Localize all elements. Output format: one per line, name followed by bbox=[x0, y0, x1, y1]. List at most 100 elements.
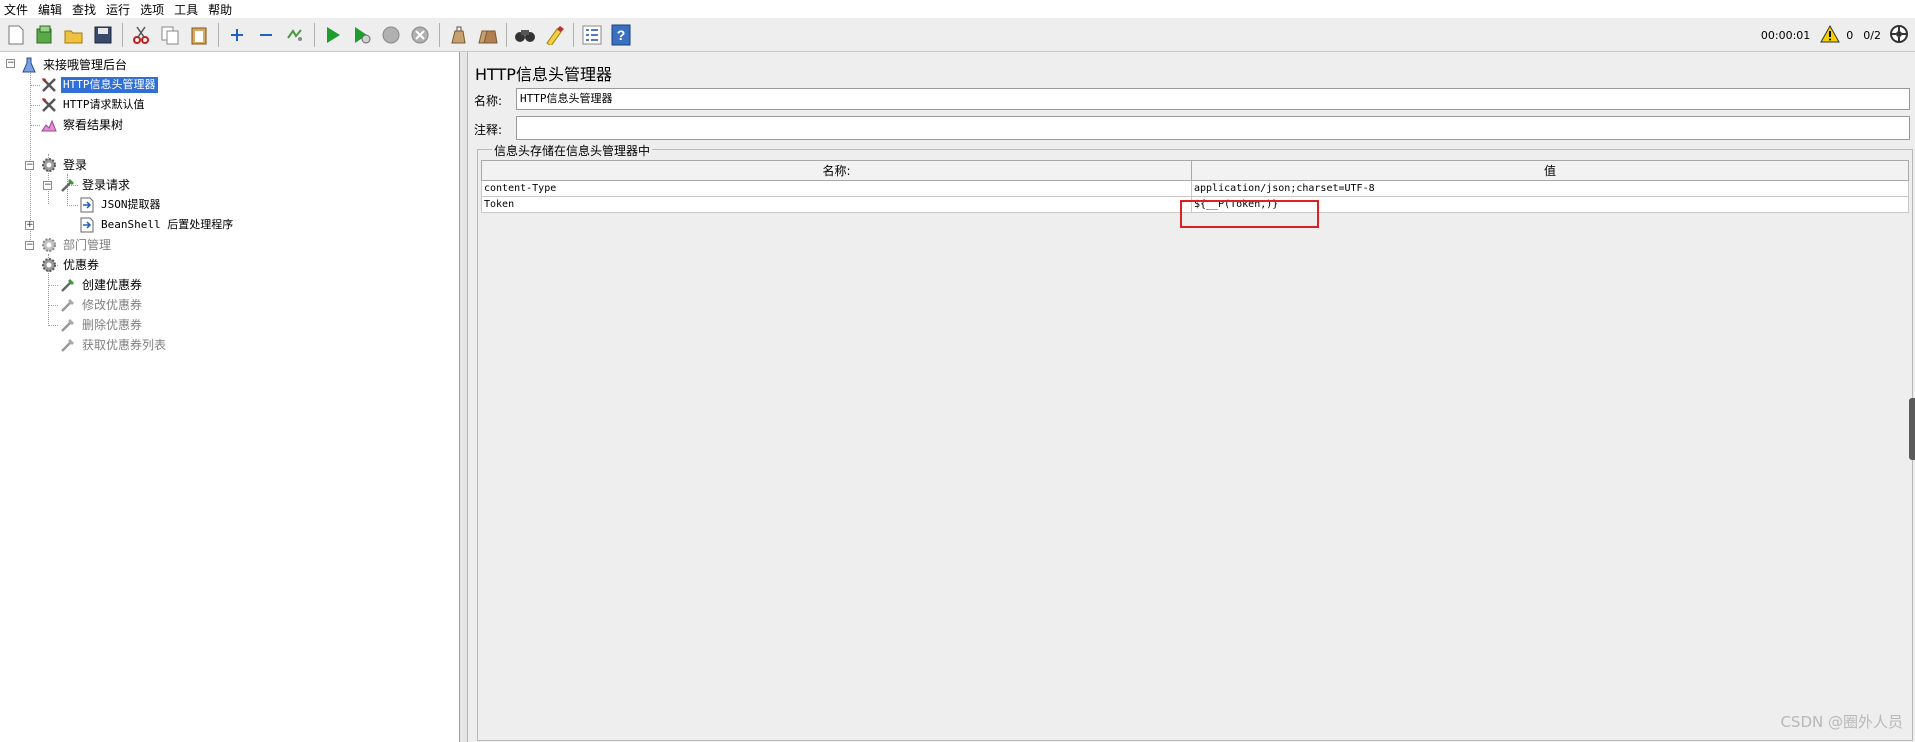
header-value-cell[interactable]: ${__P(Token,)} bbox=[1191, 196, 1909, 213]
templates-icon[interactable] bbox=[33, 23, 57, 47]
help-icon[interactable]: ? bbox=[609, 23, 633, 47]
column-header-name[interactable]: 名称: bbox=[481, 160, 1192, 181]
toolbar-separator bbox=[314, 22, 315, 47]
shutdown-icon[interactable] bbox=[408, 23, 432, 47]
tree-node-label: HTTP请求默认值 bbox=[63, 97, 145, 111]
tree-node-label: 创建优惠券 bbox=[82, 277, 143, 292]
chart-icon bbox=[40, 117, 58, 133]
toolbar: ? bbox=[0, 18, 1915, 52]
tree-node-label: 察看结果树 bbox=[63, 117, 124, 132]
tree-node-create-coupon[interactable]: 创建优惠券 bbox=[59, 275, 144, 294]
tree-node-label: 修改优惠券 bbox=[82, 297, 143, 312]
stop-icon[interactable] bbox=[379, 23, 403, 47]
clear-icon[interactable] bbox=[446, 23, 470, 47]
tree-node-header-manager[interactable]: HTTP信息头管理器 bbox=[40, 75, 158, 94]
menu-options[interactable]: 选项 bbox=[140, 1, 164, 18]
copy-icon[interactable] bbox=[158, 23, 182, 47]
menu-search[interactable]: 查找 bbox=[72, 1, 96, 18]
flask-icon bbox=[20, 57, 38, 73]
header-manager-panel: HTTP信息头管理器 名称: HTTP信息头管理器 注释: 信息头存储在信息头管… bbox=[469, 52, 1915, 742]
doc-arrow-icon bbox=[78, 197, 96, 213]
collapse-toggle[interactable]: − bbox=[6, 59, 15, 68]
header-value-cell[interactable]: application/json;charset=UTF-8 bbox=[1191, 180, 1909, 197]
cut-icon[interactable] bbox=[129, 23, 153, 47]
toolbar-separator bbox=[506, 22, 507, 47]
pipette-icon bbox=[59, 317, 77, 333]
menu-help[interactable]: 帮助 bbox=[208, 1, 232, 18]
tools-icon bbox=[40, 77, 58, 93]
start-icon[interactable] bbox=[321, 23, 345, 47]
toolbar-separator bbox=[439, 22, 440, 47]
search-icon[interactable] bbox=[513, 23, 537, 47]
tree-line bbox=[30, 105, 40, 106]
menu-bar: 文件 编辑 查找 运行 选项 工具 帮助 bbox=[0, 0, 1915, 18]
tree-line bbox=[48, 305, 58, 306]
function-helper-icon[interactable] bbox=[580, 23, 604, 47]
tree-node-list-coupon[interactable]: 获取优惠券列表 bbox=[59, 335, 168, 354]
table-row[interactable]: content-Type application/json;charset=UT… bbox=[481, 180, 1909, 197]
table-header-row: 名称: 值 bbox=[481, 160, 1909, 181]
clear-all-icon[interactable] bbox=[475, 23, 499, 47]
tree-node-coupon-group[interactable]: 优惠券 bbox=[40, 255, 101, 274]
tree-node-label: JSON提取器 bbox=[101, 197, 161, 211]
test-plan-tree: − − − + − 来接哦管理后台 HTTP信息头管理器 HTTP请求默认值 察… bbox=[0, 52, 460, 742]
collapse-toggle[interactable]: − bbox=[25, 161, 34, 170]
warning-count: 0 bbox=[1846, 28, 1854, 42]
toolbar-separator bbox=[573, 22, 574, 47]
name-field[interactable]: HTTP信息头管理器 bbox=[516, 88, 1910, 110]
tree-line bbox=[30, 125, 40, 126]
pipette-icon bbox=[59, 277, 77, 293]
menu-file[interactable]: 文件 bbox=[4, 1, 28, 18]
tree-node-json-extractor[interactable]: JSON提取器 bbox=[78, 195, 163, 214]
tree-node-dept-group[interactable]: 部门管理 bbox=[40, 235, 113, 254]
tree-node-label: 来接哦管理后台 bbox=[43, 57, 128, 72]
tree-node-beanshell[interactable]: BeanShell 后置处理程序 bbox=[78, 215, 235, 234]
tree-node-result-tree[interactable]: 察看结果树 bbox=[40, 115, 125, 134]
toggle-icon[interactable] bbox=[283, 23, 307, 47]
header-name-cell[interactable]: Token bbox=[481, 196, 1192, 213]
column-header-value[interactable]: 值 bbox=[1191, 160, 1909, 181]
comment-label: 注释: bbox=[474, 123, 503, 137]
tree-node-label: 部门管理 bbox=[63, 237, 112, 252]
new-icon[interactable] bbox=[4, 23, 28, 47]
tree-node-label: 登录请求 bbox=[82, 177, 131, 192]
menu-tools[interactable]: 工具 bbox=[174, 1, 198, 18]
tree-node-test-plan[interactable]: 来接哦管理后台 bbox=[20, 55, 129, 74]
tree-line bbox=[48, 285, 58, 286]
gear-icon bbox=[40, 257, 58, 273]
pipette-icon bbox=[59, 337, 77, 353]
tree-line bbox=[67, 205, 78, 206]
doc-arrow-icon bbox=[78, 217, 96, 233]
tree-node-label: 获取优惠券列表 bbox=[82, 337, 167, 352]
headers-group: 信息头存储在信息头管理器中 名称: 值 content-Type applica… bbox=[477, 142, 1913, 741]
menu-edit[interactable]: 编辑 bbox=[38, 1, 62, 18]
elapsed-time: 00:00:01 bbox=[1760, 28, 1811, 42]
save-icon[interactable] bbox=[91, 23, 115, 47]
collapse-toggle[interactable]: − bbox=[25, 241, 34, 250]
tree-node-login-request[interactable]: 登录请求 bbox=[59, 175, 132, 194]
tree-node-request-defaults[interactable]: HTTP请求默认值 bbox=[40, 95, 147, 114]
collapse-all-icon[interactable] bbox=[254, 23, 278, 47]
thread-count: 0/2 bbox=[1863, 28, 1881, 42]
side-scroll-handle[interactable] bbox=[1909, 398, 1915, 460]
reset-search-icon[interactable] bbox=[542, 23, 566, 47]
table-row[interactable]: Token ${__P(Token,)} bbox=[481, 196, 1909, 213]
menu-run[interactable]: 运行 bbox=[106, 1, 130, 18]
tree-node-label: HTTP信息头管理器 bbox=[61, 76, 158, 93]
warning-icon[interactable] bbox=[1820, 24, 1841, 46]
tree-node-edit-coupon[interactable]: 修改优惠券 bbox=[59, 295, 144, 314]
tree-node-delete-coupon[interactable]: 删除优惠券 bbox=[59, 315, 144, 334]
tree-node-label: 优惠券 bbox=[63, 257, 100, 272]
tree-node-login-group[interactable]: 登录 bbox=[40, 155, 89, 174]
expand-toggle[interactable]: + bbox=[25, 221, 34, 230]
paste-icon[interactable] bbox=[187, 23, 211, 47]
status-area: 00:00:01 0 0/2 bbox=[1755, 18, 1909, 52]
comment-field[interactable] bbox=[516, 116, 1910, 140]
header-name-cell[interactable]: content-Type bbox=[481, 180, 1192, 197]
split-pane-divider[interactable] bbox=[460, 52, 468, 742]
collapse-toggle[interactable]: − bbox=[43, 181, 52, 190]
start-no-pauses-icon[interactable] bbox=[350, 23, 374, 47]
open-icon[interactable] bbox=[62, 23, 86, 47]
tree-node-label: 登录 bbox=[63, 157, 88, 172]
expand-all-icon[interactable] bbox=[225, 23, 249, 47]
